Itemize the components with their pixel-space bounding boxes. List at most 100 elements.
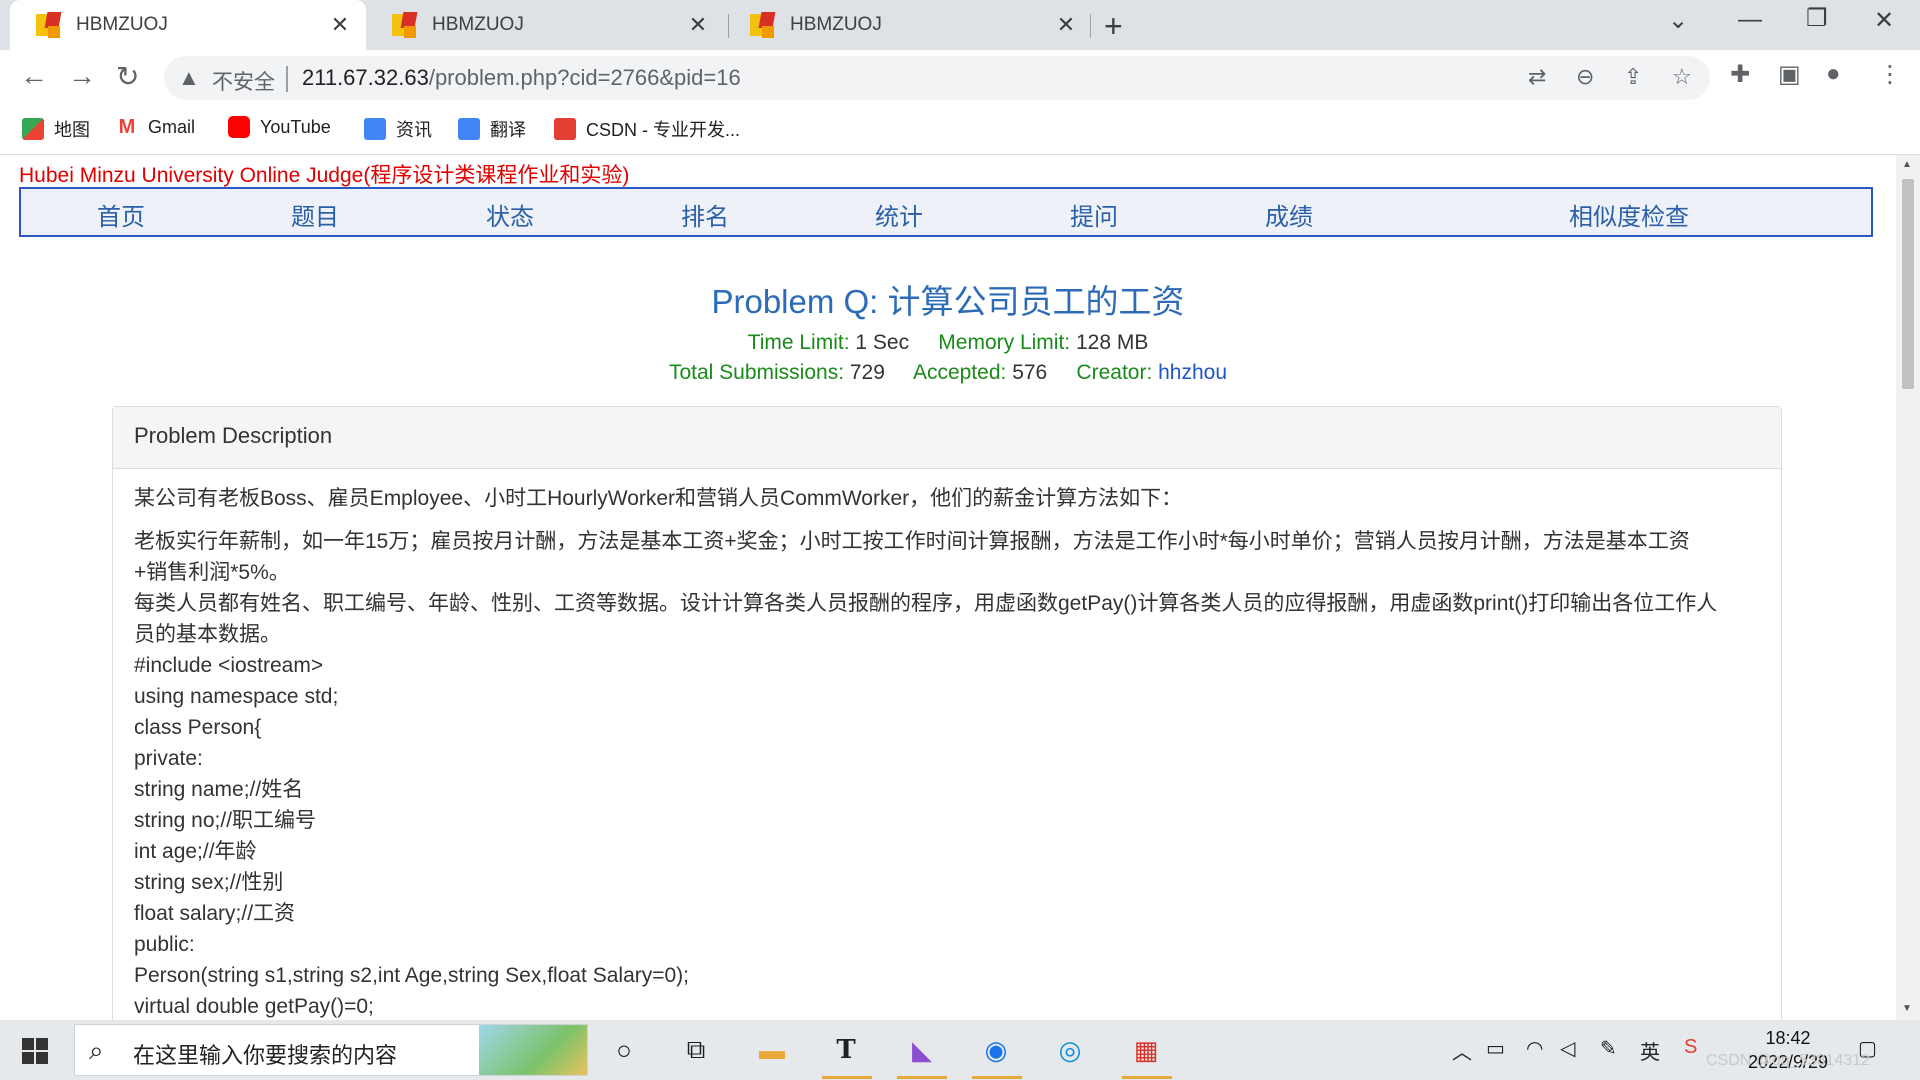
creator-label: Creator: (1076, 361, 1153, 384)
browser-tab-2[interactable]: HBMZUOJ ✕ (366, 0, 724, 50)
running-indicator (822, 1076, 872, 1079)
scroll-down-arrow-icon[interactable]: ▼ (1902, 1003, 1912, 1014)
volume-icon[interactable]: ◁ (1560, 1036, 1575, 1061)
bookmark-label: 翻译 (490, 120, 526, 140)
menu-kebab-icon[interactable]: ⋮ (1878, 60, 1902, 89)
maps-icon (22, 118, 44, 140)
page-viewport: Hubei Minzu University Online Judge(程序设计… (0, 155, 1896, 1020)
description-line: public: (134, 933, 195, 956)
description-line: 员的基本数据。 (134, 623, 281, 646)
security-label[interactable]: 不安全 (212, 66, 275, 96)
back-icon[interactable]: ← (20, 60, 48, 92)
news-icon (364, 118, 386, 140)
app-grid-icon[interactable]: ▦ (1126, 1030, 1166, 1070)
tab-close-icon[interactable]: ✕ (686, 12, 710, 38)
bookmark-csdn[interactable]: CSDN - 专业开发... (554, 116, 740, 142)
wifi-icon[interactable]: ◠ (1526, 1036, 1543, 1061)
problem-title: Problem Q: 计算公司员工的工资 (711, 283, 1185, 320)
bookmark-star-icon[interactable]: ☆ (1672, 64, 1692, 90)
windows-taskbar: ⌕ 在这里输入你要搜索的内容 ○ ⧉ ▬ T ◣ ◉ ◎ ▦ ︿ ▭ ◠ ◁ ✎… (0, 1020, 1920, 1080)
nav-questions[interactable]: 提问 (1070, 197, 1118, 232)
bookmark-youtube[interactable]: YouTube (228, 116, 331, 138)
creator-link[interactable]: hhzhou (1158, 361, 1227, 384)
extensions-icon[interactable]: ✚ (1730, 60, 1750, 89)
nav-home[interactable]: 首页 (97, 197, 145, 232)
battery-icon[interactable]: ▭ (1486, 1036, 1505, 1061)
minimize-icon[interactable]: — (1738, 6, 1762, 34)
pen-icon[interactable]: ✎ (1600, 1036, 1617, 1061)
description-line: Person(string s1,string s2,int Age,strin… (134, 964, 690, 987)
bookmark-maps[interactable]: 地图 (22, 116, 90, 142)
not-secure-warning-icon[interactable]: ▲ (178, 65, 200, 91)
time-limit-label: Time Limit: (747, 331, 850, 354)
total-submissions-label: Total Submissions: (668, 361, 845, 384)
bookmark-label: Gmail (148, 116, 196, 137)
tab-close-icon[interactable]: ✕ (1054, 12, 1078, 38)
visual-studio-icon[interactable]: ◣ (902, 1030, 942, 1070)
translate-icon (458, 118, 480, 140)
browser-tab-1[interactable]: HBMZUOJ ✕ (10, 0, 366, 50)
nav-grades[interactable]: 成绩 (1265, 197, 1313, 232)
tab-title: HBMZUOJ (76, 14, 168, 35)
omnibox-divider (286, 66, 288, 92)
description-line: 老板实行年薪制，如一年15万；雇员按月计酬，方法是基本工资+奖金；小时工按工作时… (134, 530, 1690, 553)
url-text[interactable]: 211.67.32.63/problem.php?cid=2766&pid=16 (302, 65, 741, 91)
typora-icon[interactable]: T (826, 1030, 866, 1070)
restore-icon[interactable]: ❐ (1806, 4, 1828, 33)
nav-status[interactable]: 状态 (486, 197, 534, 232)
tab-close-icon[interactable]: ✕ (328, 12, 352, 38)
page-scrollbar[interactable]: ▲ ▼ (1896, 155, 1920, 1020)
total-submissions-value: 729 (849, 361, 885, 384)
running-indicator (1122, 1076, 1172, 1079)
new-tab-button[interactable]: + (1104, 8, 1123, 45)
search-highlight-image (479, 1025, 587, 1075)
hbmzuoj-favicon-icon (36, 12, 62, 38)
description-line: string no;//职工编号 (134, 809, 317, 832)
cortana-icon[interactable]: ○ (604, 1030, 644, 1070)
search-placeholder: 在这里输入你要搜索的内容 (133, 1043, 398, 1068)
accepted-label: Accepted: (912, 361, 1007, 384)
running-indicator (972, 1076, 1022, 1079)
site-title[interactable]: Hubei Minzu University Online Judge(程序设计… (19, 159, 629, 189)
hbmzuoj-favicon-icon (392, 12, 418, 38)
translate-page-icon[interactable]: ⇄ (1528, 64, 1546, 90)
browser-tab-3[interactable]: HBMZUOJ ✕ (724, 0, 1092, 50)
forward-icon[interactable]: → (68, 60, 96, 92)
side-panel-icon[interactable]: ▣ (1778, 60, 1801, 89)
scroll-up-arrow-icon[interactable]: ▲ (1902, 159, 1912, 170)
share-icon[interactable]: ⇪ (1624, 64, 1642, 90)
reload-icon[interactable]: ↻ (116, 60, 139, 93)
description-intro: 某公司有老板Boss、雇员Employee、小时工HourlyWorker和营销… (134, 487, 1183, 510)
scrollbar-thumb[interactable] (1902, 179, 1914, 389)
bookmark-translate[interactable]: 翻译 (458, 116, 526, 142)
edge-icon[interactable]: ◎ (1050, 1030, 1090, 1070)
chrome-icon[interactable]: ◉ (976, 1030, 1016, 1070)
tab-search-chevron-icon[interactable]: ⌄ (1668, 6, 1688, 35)
task-view-icon[interactable]: ⧉ (676, 1030, 716, 1070)
bookmarks-bar: 地图 M Gmail YouTube 资讯 翻译 CSDN - 专业开发... (0, 106, 1920, 155)
profile-avatar-icon[interactable]: ● (1826, 60, 1841, 88)
browser-toolbar: ← → ↻ ▲ 不安全 211.67.32.63/problem.php?cid… (0, 50, 1920, 106)
sogou-ime-icon[interactable]: S (1684, 1036, 1697, 1059)
description-line: virtual double getPay()=0; (134, 995, 374, 1018)
memory-limit-value: 128 MB (1075, 331, 1149, 354)
description-line: int age;//年龄 (134, 840, 257, 863)
taskbar-search-box[interactable]: ⌕ 在这里输入你要搜索的内容 (74, 1024, 588, 1076)
nav-similarity-check[interactable]: 相似度检查 (1569, 197, 1689, 232)
ime-language-indicator[interactable]: 英 (1640, 1036, 1660, 1065)
main-nav: 首页 题目 状态 排名 统计 提问 成绩 相似度检查 (19, 187, 1873, 237)
bookmark-label: YouTube (260, 116, 331, 137)
bookmark-gmail[interactable]: M Gmail (116, 116, 195, 138)
nav-problems[interactable]: 题目 (291, 197, 339, 232)
close-window-icon[interactable]: ✕ (1874, 6, 1894, 35)
tray-overflow-chevron-icon[interactable]: ︿ (1452, 1036, 1472, 1065)
address-bar[interactable]: ▲ 不安全 211.67.32.63/problem.php?cid=2766&… (164, 56, 1710, 100)
problem-stats: Total Submissions: 729 Accepted: 576 Cre… (0, 361, 1896, 385)
description-line: +销售利润*5%。 (134, 561, 290, 584)
zoom-out-icon[interactable]: ⊖ (1576, 64, 1594, 90)
windows-start-icon[interactable] (22, 1038, 48, 1064)
nav-ranking[interactable]: 排名 (681, 197, 729, 232)
bookmark-news[interactable]: 资讯 (364, 116, 432, 142)
nav-statistics[interactable]: 统计 (875, 197, 923, 232)
file-explorer-icon[interactable]: ▬ (752, 1030, 792, 1070)
